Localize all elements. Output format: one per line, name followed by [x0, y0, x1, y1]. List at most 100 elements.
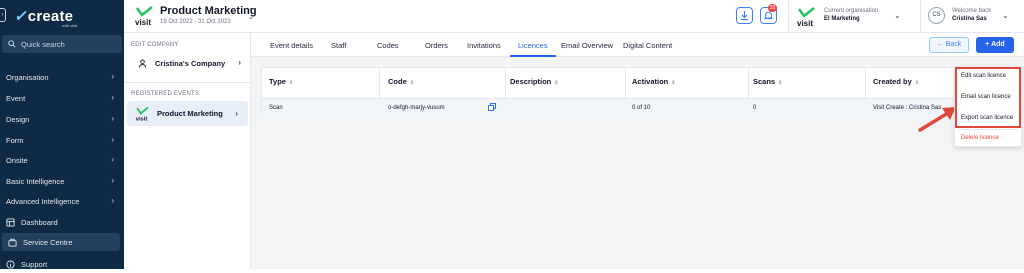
quick-search[interactable]: Quick search	[2, 35, 122, 53]
tab-staff[interactable]: Staff	[331, 41, 346, 50]
copy-icon[interactable]	[488, 103, 496, 111]
nav-onsite[interactable]: Onsite ›	[0, 151, 124, 169]
tab-email-overview[interactable]: Email Overview	[561, 41, 613, 50]
welcome-label: Welcome back	[952, 8, 992, 14]
event-item-product-marketing[interactable]: visit Product Marketing ›	[127, 101, 248, 126]
chevron-right-icon: ›	[111, 176, 114, 185]
licences-table: Type ⇕ Code ⇕ Description ⇕ Activation ⇕ Sca…	[261, 67, 1019, 117]
cell-code: o-defgh-marjy-vusum	[388, 105, 445, 111]
event-switch-icon[interactable]: ⌃ ⌄	[248, 8, 254, 21]
nav-label: Service Centre	[23, 237, 73, 247]
sort-icon: ⇕	[288, 80, 294, 86]
chevron-right-icon: ›	[111, 72, 114, 81]
nav-design[interactable]: Design ›	[0, 110, 124, 128]
nav-label: Form	[6, 135, 24, 145]
info-icon	[6, 259, 15, 269]
tab-invitations[interactable]: Invitations	[467, 41, 501, 50]
visit-logo-icon: visit	[136, 106, 149, 122]
menu-item-edit-scan-licence[interactable]: Edit scan licence	[961, 73, 1006, 79]
org-name: El Marketing	[824, 16, 860, 22]
company-item[interactable]: Cristina's Company ›	[124, 53, 251, 73]
svg-text:visit: visit	[136, 116, 148, 121]
event-title: Product Marketing	[160, 5, 257, 17]
chevron-right-icon: ›	[111, 135, 114, 144]
menu-item-export-scan-licence[interactable]: Export scan licence	[961, 115, 1013, 121]
sort-icon: ⇕	[554, 80, 559, 86]
tab-licences[interactable]: Licences	[518, 41, 548, 50]
tabs-bar: Event details Staff Codes Orders Invitat…	[251, 33, 1024, 57]
arrow-left-icon: ←	[936, 41, 946, 48]
download-icon	[741, 11, 748, 21]
nav-label: Advanced Intelligence	[6, 196, 80, 206]
event-name: Product Marketing	[157, 109, 223, 118]
search-placeholder: Quick search	[21, 39, 65, 49]
download-button[interactable]	[736, 7, 753, 24]
chevron-right-icon: ›	[111, 155, 114, 164]
add-label: Add	[991, 41, 1005, 48]
brand-sub: with visit	[62, 23, 78, 28]
nav-label: Basic Intelligence	[6, 176, 65, 186]
search-icon	[8, 40, 16, 48]
column-header-type[interactable]: Type ⇕	[269, 77, 293, 86]
tab-event-details[interactable]: Event details	[270, 41, 313, 50]
org-chevron-down-icon[interactable]: ⌄	[894, 11, 901, 20]
avatar[interactable]: CS	[928, 7, 945, 24]
chevron-right-icon: ›	[111, 114, 114, 123]
cell-activation: 0 of 10	[632, 105, 651, 111]
tab-orders[interactable]: Orders	[425, 41, 448, 50]
nav-label: Event	[6, 93, 26, 103]
column-header-description[interactable]: Description ⇕	[510, 77, 558, 86]
nav-label: Onsite	[6, 155, 28, 165]
tab-digital-content[interactable]: Digital Content	[623, 41, 672, 50]
nav-label: Dashboard	[21, 217, 58, 227]
nav-service-centre[interactable]: Service Centre	[2, 233, 120, 251]
company-name: Cristina's Company	[155, 58, 226, 68]
column-header-code[interactable]: Code ⇕	[388, 77, 414, 86]
column-header-activation[interactable]: Activation ⇕	[632, 77, 675, 86]
event-dates: 19 Oct 2022 - 31 Oct 2023	[160, 19, 231, 25]
nav-event[interactable]: Event ›	[0, 89, 124, 107]
divider	[788, 0, 789, 33]
licences-content: Type ⇕ Code ⇕ Description ⇕ Activation ⇕ Sca…	[251, 57, 1024, 269]
top-bar: visit Product Marketing 19 Oct 2022 - 31…	[124, 0, 1024, 33]
menu-divider	[958, 129, 1018, 130]
column-header-scans[interactable]: Scans ⇕	[753, 77, 782, 86]
sidebar: ‹ ✓create with visit Quick search Organi…	[0, 0, 124, 269]
menu-item-email-scan-licence[interactable]: Email scan licence	[961, 94, 1011, 100]
org-logo-icon: visit	[797, 7, 815, 28]
nav-organisation[interactable]: Organisation ›	[0, 68, 124, 86]
sort-icon: ⇕	[409, 80, 414, 86]
nav-label: Support	[21, 259, 48, 269]
dashboard-icon	[6, 217, 15, 227]
svg-text:visit: visit	[135, 18, 151, 27]
add-button[interactable]: + Add	[976, 37, 1014, 53]
licence-actions-menu: Edit scan licence Email scan licence Exp…	[954, 66, 1022, 147]
nav-label: Design	[6, 114, 30, 124]
person-icon	[138, 58, 147, 68]
sort-icon: ⇕	[671, 80, 676, 86]
nav-support[interactable]: Support	[0, 255, 124, 273]
table-row[interactable]: Scan o-defgh-marjy-vusum 0 of 10 0 Visit…	[262, 98, 1018, 117]
divider	[920, 0, 921, 33]
sort-icon: ⇕	[778, 80, 783, 86]
visit-logo-icon: visit	[135, 6, 153, 27]
user-chevron-down-icon[interactable]: ⌄	[1002, 11, 1009, 20]
nav-label: Organisation	[6, 72, 49, 82]
tab-codes[interactable]: Codes	[377, 41, 399, 50]
nav-dashboard[interactable]: Dashboard	[0, 213, 124, 231]
collapse-sidebar-icon[interactable]: ‹	[0, 8, 6, 22]
cell-type: Scan	[269, 105, 283, 111]
user-name: Cristina Sas	[952, 16, 987, 22]
chevron-right-icon: ›	[111, 196, 114, 205]
nav-form[interactable]: Form ›	[0, 131, 124, 149]
chevron-right-icon: ›	[111, 93, 114, 102]
column-header-created-by[interactable]: Created by ⇕	[873, 77, 919, 86]
menu-item-delete-licence[interactable]: Delete licence	[961, 135, 999, 141]
brand-row: ‹ ✓create with visit	[0, 0, 124, 32]
nav-basic-intelligence[interactable]: Basic Intelligence ›	[0, 172, 124, 190]
svg-text:visit: visit	[797, 19, 813, 28]
nav-advanced-intelligence[interactable]: Advanced Intelligence ›	[0, 192, 124, 210]
back-button[interactable]: ← Back	[929, 37, 969, 53]
cell-scans: 0	[753, 105, 757, 111]
chevron-right-icon: ›	[238, 58, 241, 67]
